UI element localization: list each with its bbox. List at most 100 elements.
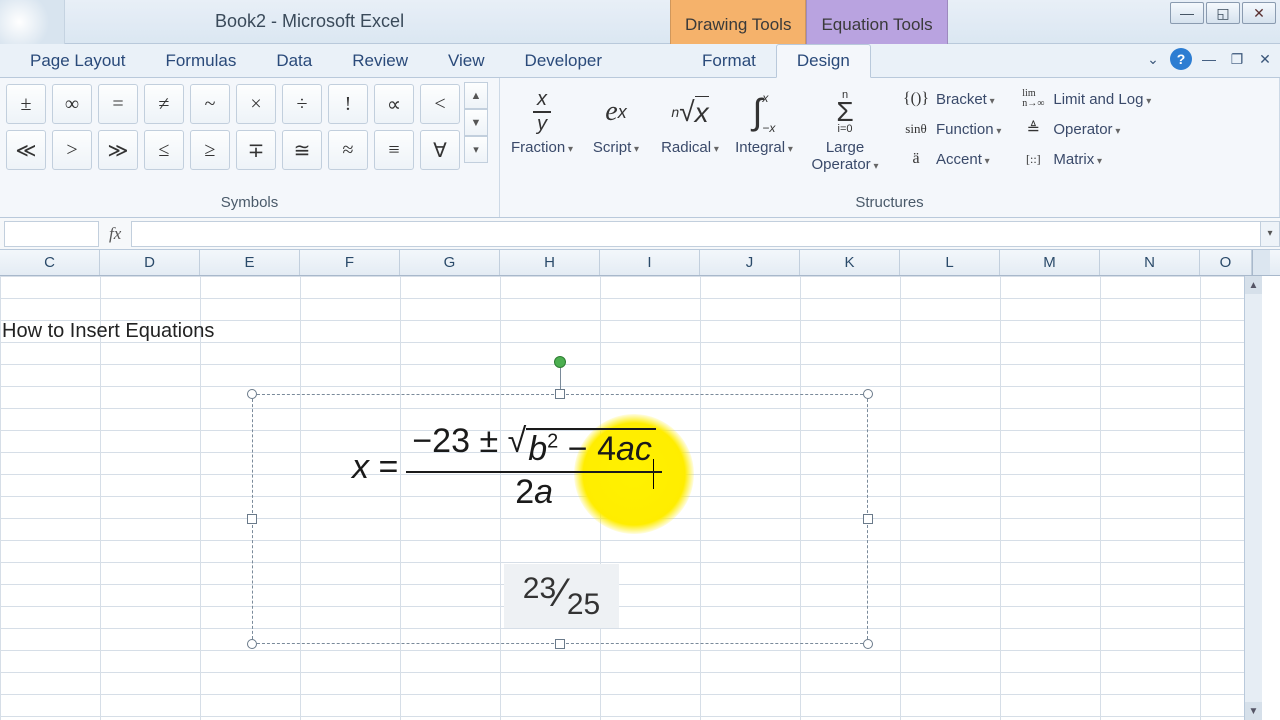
symbol-multiply[interactable]: × xyxy=(236,84,276,124)
symbol-less-equal[interactable]: ≤ xyxy=(144,130,184,170)
script-icon: ex xyxy=(586,86,646,138)
tab-format[interactable]: Format xyxy=(682,45,776,77)
title-bar: Book2 - Microsoft Excel Drawing Tools Eq… xyxy=(0,0,1280,44)
function-icon: sinθ xyxy=(902,118,930,140)
workbook-close-button[interactable]: ✕ xyxy=(1254,48,1276,70)
structure-accent[interactable]: ä Accent xyxy=(898,146,1005,172)
window-close-button[interactable]: ✕ xyxy=(1242,2,1276,24)
name-box[interactable] xyxy=(4,221,99,247)
symbol-equals[interactable]: = xyxy=(98,84,138,124)
structure-limit-log[interactable]: limn→∞ Limit and Log xyxy=(1015,86,1155,112)
col-l[interactable]: L xyxy=(900,250,1000,275)
radical-icon: n√x xyxy=(660,86,720,138)
scroll-down-icon[interactable]: ▼ xyxy=(1245,702,1262,720)
accent-icon: ä xyxy=(902,148,930,170)
tab-formulas[interactable]: Formulas xyxy=(145,45,256,77)
resize-handle-n[interactable] xyxy=(555,389,565,399)
col-c[interactable]: C xyxy=(0,250,100,275)
group-label-symbols: Symbols xyxy=(6,190,493,217)
structure-script[interactable]: ex Script xyxy=(580,84,652,157)
context-tab-equation-tools[interactable]: Equation Tools xyxy=(806,0,947,44)
large-operator-icon: nΣi=0 xyxy=(815,86,875,138)
formula-bar: fx ▾ xyxy=(0,218,1280,250)
symbols-gallery-down[interactable]: ▼ xyxy=(464,109,488,136)
resize-handle-se[interactable] xyxy=(863,639,873,649)
symbol-much-greater[interactable]: ≫ xyxy=(98,130,138,170)
context-tab-drawing-tools[interactable]: Drawing Tools xyxy=(670,0,806,44)
symbol-congruent[interactable]: ≅ xyxy=(282,130,322,170)
symbol-infinity[interactable]: ∞ xyxy=(52,84,92,124)
symbol-plus-minus[interactable]: ± xyxy=(6,84,46,124)
tab-developer[interactable]: Developer xyxy=(505,45,623,77)
resize-handle-s[interactable] xyxy=(555,639,565,649)
workbook-restore-button[interactable]: ❐ xyxy=(1226,48,1248,70)
resize-handle-w[interactable] xyxy=(247,514,257,524)
resize-handle-ne[interactable] xyxy=(863,389,873,399)
col-g[interactable]: G xyxy=(400,250,500,275)
scroll-up-icon[interactable]: ▲ xyxy=(1245,276,1262,294)
resize-handle-e[interactable] xyxy=(863,514,873,524)
col-k[interactable]: K xyxy=(800,250,900,275)
col-f[interactable]: F xyxy=(300,250,400,275)
window-minimize-button[interactable]: — xyxy=(1170,2,1204,24)
tab-page-layout[interactable]: Page Layout xyxy=(10,45,145,77)
bracket-icon: {()} xyxy=(902,88,930,110)
workbook-minimize-button[interactable]: — xyxy=(1198,48,1220,70)
symbol-minus-plus[interactable]: ∓ xyxy=(236,130,276,170)
vertical-scrollbar[interactable]: ▲ ▼ xyxy=(1244,276,1262,720)
window-restore-button[interactable]: ◱ xyxy=(1206,2,1240,24)
structure-radical[interactable]: n√x Radical xyxy=(654,84,726,157)
symbol-forall[interactable]: ∀ xyxy=(420,130,460,170)
col-h[interactable]: H xyxy=(500,250,600,275)
ribbon: ± ∞ = ≠ ~ × ÷ ! ∝ < ≪ > ≫ ≤ ≥ ∓ xyxy=(0,78,1280,218)
structure-large-operator[interactable]: nΣi=0 Large Operator xyxy=(802,84,888,173)
quick-access-area xyxy=(0,0,65,44)
tab-data[interactable]: Data xyxy=(256,45,332,77)
fx-icon[interactable]: fx xyxy=(109,224,121,244)
col-d[interactable]: D xyxy=(100,250,200,275)
resize-handle-nw[interactable] xyxy=(247,389,257,399)
equation-fraction-skewed[interactable]: 23⁄25 xyxy=(504,564,619,628)
structure-bracket[interactable]: {()} Bracket xyxy=(898,86,1005,112)
help-button[interactable]: ? xyxy=(1170,48,1192,70)
structure-integral[interactable]: ∫x−x Integral xyxy=(728,84,800,157)
symbol-approx[interactable]: ≈ xyxy=(328,130,368,170)
symbol-not-equal[interactable]: ≠ xyxy=(144,84,184,124)
symbol-divide[interactable]: ÷ xyxy=(282,84,322,124)
rotation-handle[interactable] xyxy=(554,356,566,368)
equation-quadratic[interactable]: x = −23 ± √ b2 − 4ac 2a xyxy=(352,422,662,512)
structure-matrix[interactable]: [::] Matrix xyxy=(1015,146,1155,172)
col-o[interactable]: O xyxy=(1200,250,1252,275)
limit-icon: limn→∞ xyxy=(1019,88,1047,110)
tab-view[interactable]: View xyxy=(428,45,505,77)
symbol-proportional[interactable]: ∝ xyxy=(374,84,414,124)
col-i[interactable]: I xyxy=(600,250,700,275)
col-m[interactable]: M xyxy=(1000,250,1100,275)
col-j[interactable]: J xyxy=(700,250,800,275)
symbol-much-less[interactable]: ≪ xyxy=(6,130,46,170)
symbol-greater-equal[interactable]: ≥ xyxy=(190,130,230,170)
formula-input[interactable] xyxy=(131,221,1260,247)
column-headers: C D E F G H I J K L M N O xyxy=(0,250,1280,276)
col-n[interactable]: N xyxy=(1100,250,1200,275)
cell-content: How to Insert Equations xyxy=(0,320,214,343)
tab-design[interactable]: Design xyxy=(776,44,871,78)
ribbon-collapse-icon[interactable]: ⌄ xyxy=(1142,48,1164,70)
tab-review[interactable]: Review xyxy=(332,45,428,77)
worksheet-grid[interactable]: How to Insert Equations x = −23 ± √ xyxy=(0,276,1262,720)
structure-operator[interactable]: ≜ Operator xyxy=(1015,116,1155,142)
rotation-stem xyxy=(560,366,561,389)
symbol-tilde[interactable]: ~ xyxy=(190,84,230,124)
resize-handle-sw[interactable] xyxy=(247,639,257,649)
symbol-identical[interactable]: ≡ xyxy=(374,130,414,170)
equation-text-box[interactable]: x = −23 ± √ b2 − 4ac 2a xyxy=(252,394,868,644)
col-e[interactable]: E xyxy=(200,250,300,275)
formula-bar-expand[interactable]: ▾ xyxy=(1260,221,1280,247)
symbols-gallery-more[interactable]: ▾ xyxy=(464,136,488,163)
symbols-gallery-up[interactable]: ▲ xyxy=(464,82,488,109)
structure-fraction[interactable]: xy Fraction xyxy=(506,84,578,157)
symbol-greater-than[interactable]: > xyxy=(52,130,92,170)
symbol-factorial[interactable]: ! xyxy=(328,84,368,124)
symbol-less-than[interactable]: < xyxy=(420,84,460,124)
structure-function[interactable]: sinθ Function xyxy=(898,116,1005,142)
